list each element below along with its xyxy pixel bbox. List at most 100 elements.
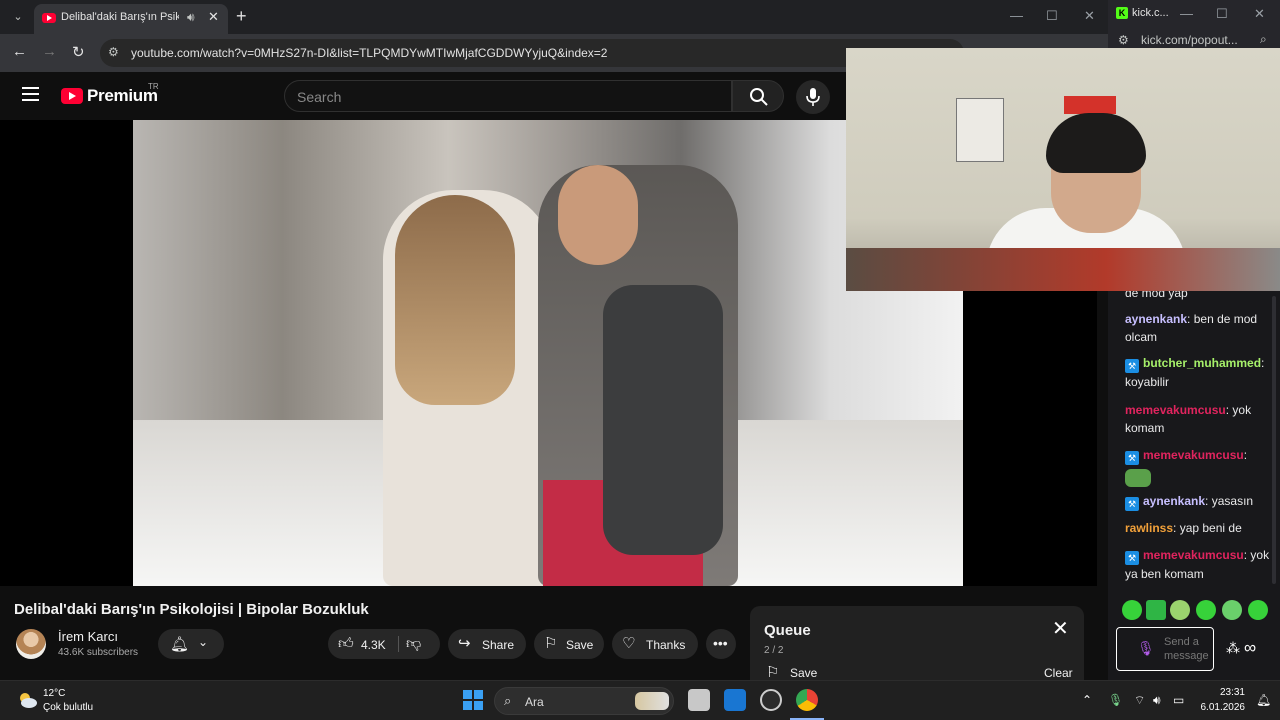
obs-icon[interactable] (760, 689, 782, 711)
maximize-icon[interactable]: ☐ (1046, 8, 1058, 24)
chat-message: ⚒ aynenkank: yasasın (1125, 492, 1273, 511)
queue-clear-button[interactable]: Clear (1044, 666, 1073, 680)
cloudy-weather-icon[interactable] (16, 690, 38, 710)
thanks-label: Thanks (646, 638, 686, 652)
channel-name[interactable]: İrem Karcı (58, 629, 118, 644)
subscription-bell-button[interactable]: 🔔︎ ⌄ (158, 629, 224, 659)
microphone-icon (806, 88, 820, 106)
emote-icon[interactable] (1122, 600, 1142, 620)
chat-message: rawlinss: yap beni de (1125, 521, 1242, 535)
video-person-hair (395, 195, 515, 405)
like-button[interactable]: 👍︎ 4.3K (328, 629, 396, 659)
search-box (284, 80, 732, 112)
more-dots-icon: ••• (713, 635, 728, 651)
video-frame[interactable] (133, 120, 963, 586)
chat-username[interactable]: aynenkank (1143, 494, 1205, 508)
video-person-head (558, 165, 638, 265)
forward-arrow-icon[interactable]: → (42, 43, 57, 60)
thumbs-up-icon: 👍︎ (338, 635, 354, 652)
region-code: TR (148, 82, 159, 91)
share-label: Share (482, 638, 515, 652)
tab-youtube[interactable]: Delibal'daki Barış'ın Psikoloj 🔊︎ ✕ (34, 4, 228, 34)
heart-dollar-icon: ♡ (622, 635, 636, 652)
address-bar[interactable]: ⚙ youtube.com/watch?v=0MHzS27n-DI&list=T… (100, 39, 964, 67)
chrome-icon[interactable] (796, 689, 818, 711)
queue-save-button[interactable]: Save (790, 666, 817, 680)
emote-icon[interactable] (1196, 600, 1216, 620)
queue-close-icon[interactable]: ✕ (1052, 616, 1069, 641)
battery-icon[interactable]: ▭ (1173, 693, 1184, 707)
chat-username[interactable]: aynenkank (1125, 312, 1187, 326)
back-arrow-icon[interactable]: ← (12, 43, 27, 60)
queue-title: Queue (764, 622, 811, 639)
weather-description[interactable]: Çok bulutlu (43, 702, 93, 713)
chat-username[interactable]: butcher_muhammed (1143, 356, 1261, 370)
more-actions-button[interactable]: ••• (706, 629, 736, 659)
thanks-button[interactable]: ♡ Thanks (612, 629, 698, 659)
chat-emote-icon (1125, 469, 1151, 487)
chat-input[interactable]: 🎙︎ Send a message (1116, 627, 1214, 671)
divider (398, 636, 399, 652)
video-title: Delibal'daki Barış'ın Psikolojisi | Bipo… (14, 601, 369, 618)
thumbs-down-icon[interactable]: 👎︎ (406, 635, 421, 653)
emote-picker-icon[interactable]: ⁂ (1226, 640, 1240, 657)
menu-hamburger-icon[interactable] (22, 87, 39, 101)
tab-close-icon[interactable]: ✕ (208, 9, 219, 25)
queue-count: 2 / 2 (764, 645, 784, 656)
microphone-in-use-icon[interactable]: 🎙︎ (1108, 693, 1123, 707)
outlook-icon[interactable] (724, 689, 746, 711)
video-info: Delibal'daki Barış'ın Psikolojisi | Bipo… (0, 586, 1108, 680)
taskbar-search[interactable]: ⌕ Ara (494, 687, 674, 715)
voice-search-button[interactable] (796, 80, 830, 114)
site-info-icon[interactable]: ⚙ (108, 45, 119, 59)
chat-text: yap beni de (1179, 521, 1242, 535)
chat-username[interactable]: memevakumcusu (1125, 403, 1226, 417)
tab-search-chevron-icon[interactable]: ⌄ (8, 7, 28, 27)
infinity-icon[interactable]: ∞ (1244, 638, 1256, 658)
like-dislike-group: 👍︎ 4.3K 👎︎ (328, 629, 440, 659)
youtube-logo-icon[interactable] (61, 88, 83, 104)
bookmark-icon: ⚐ (766, 664, 780, 680)
task-view-icon[interactable] (688, 689, 710, 711)
chat-username[interactable]: memevakumcusu (1143, 448, 1244, 462)
windows-start-icon[interactable] (463, 690, 483, 710)
emote-icon[interactable] (1222, 600, 1242, 620)
youtube-favicon-icon (42, 13, 56, 23)
emote-icon[interactable] (1170, 600, 1190, 620)
save-button[interactable]: ⚐ Save (534, 629, 604, 659)
clock-time[interactable]: 23:31 (1201, 687, 1245, 698)
chat-message: ⚒ butcher_muhammed: koyabilir (1125, 354, 1273, 391)
clock-date[interactable]: 6.01.2026 (1193, 702, 1246, 713)
taskbar-search-label: Ara (525, 695, 544, 709)
search-icon: ⌕ (504, 693, 512, 708)
share-button[interactable]: ↪ Share (448, 629, 526, 659)
chat-scrollbar[interactable] (1272, 296, 1276, 584)
video-backpack (603, 285, 723, 555)
chat-username[interactable]: memevakumcusu (1143, 548, 1244, 562)
microphone-icon[interactable]: 🎙︎ (1137, 640, 1155, 657)
chat-message: aynenkank: ben de mod olcam (1125, 312, 1258, 344)
url-text[interactable]: youtube.com/watch?v=0MHzS27n-DI&list=TLP… (131, 46, 607, 60)
window-close-icon[interactable]: ✕ (1084, 8, 1095, 24)
emote-icon[interactable] (1248, 600, 1268, 620)
wifi-icon[interactable]: ⌔ (1134, 693, 1145, 708)
webcam-overlay (846, 48, 1280, 291)
chat-username[interactable]: rawlinss (1125, 521, 1173, 535)
notifications-icon[interactable]: 🔔︎ (1256, 693, 1271, 707)
emote-icon[interactable] (1146, 600, 1166, 620)
minimize-icon[interactable]: — (1010, 8, 1023, 23)
channel-avatar[interactable] (16, 629, 46, 659)
reload-icon[interactable]: ↻ (72, 43, 85, 61)
windows-taskbar: 12°C Çok bulutlu ⌕ Ara ⌃ 🎙︎ ⌔ 🔊︎ ▭ 23:31… (0, 680, 1280, 720)
search-button[interactable] (732, 80, 784, 112)
chat-message: ⚒ memevakumcusu: yok ya ben komam (1125, 548, 1270, 581)
weather-temperature[interactable]: 12°C (43, 688, 65, 699)
tab-title: Delibal'daki Barış'ın Psikoloj (61, 11, 179, 23)
speaker-icon[interactable]: 🔊︎ (187, 10, 195, 25)
volume-icon[interactable]: 🔊︎ (1153, 693, 1161, 708)
new-tab-plus-icon[interactable]: + (236, 6, 247, 27)
webcam-person-hair (1046, 113, 1146, 173)
chat-message: memevakumcusu: yok komam (1125, 403, 1252, 435)
search-input[interactable] (297, 88, 717, 106)
tray-chevron-up-icon[interactable]: ⌃ (1082, 693, 1092, 707)
